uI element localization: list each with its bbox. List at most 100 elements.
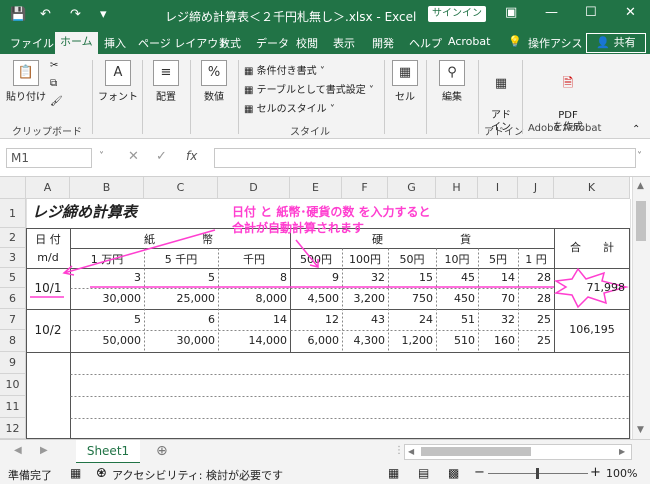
page-break-view-icon[interactable]: ▩ [448,466,459,480]
align-icon: ≡ [153,60,179,86]
ribbon: 📋 貼り付け ✂ ⧉ 🖌 クリップボード A フォント ≡ 配置 % 数値 ▦ … [0,54,650,139]
cell-styles-label: セルのスタイル [256,104,327,115]
close-icon[interactable]: ✕ [625,5,636,20]
next-sheet-icon[interactable]: ▶ [40,445,48,456]
name-box[interactable]: M1 [6,148,92,168]
zoom-slider-thumb[interactable] [536,468,539,479]
tab-file[interactable]: ファイル [10,35,54,51]
zoom-out-icon[interactable]: − [474,465,485,480]
undo-icon[interactable]: ↶ [40,7,51,22]
scrollbar-thumb[interactable] [636,201,646,241]
tab-home[interactable]: ホーム [55,32,98,54]
prev-sheet-icon[interactable]: ◀ [14,445,22,456]
acrobat-group-label: Adobe Acrobat [528,123,602,134]
number-button[interactable]: % 数値 [194,60,234,103]
conditional-format-button[interactable]: ▦ 条件付き書式 ˅ [244,62,325,77]
share-label: 共有 [613,36,636,49]
format-as-table-label: テーブルとして書式設定 [256,85,366,96]
tab-tell-me[interactable]: 操作アシス [528,35,583,51]
title-bar: 💾 ↶ ↷ ▾ レジ締め計算表＜２千円札無し＞.xlsx - Excel サイン… [0,0,650,30]
insert-function-icon[interactable]: fx [186,149,197,163]
font-a-icon: A [105,60,131,86]
accessibility-status[interactable]: アクセシビリティ: 検討が必要です [112,467,283,483]
redo-icon[interactable]: ↷ [70,7,81,22]
formula-input[interactable] [214,148,636,168]
lightbulb-icon[interactable]: 💡 [508,35,522,48]
maximize-icon[interactable]: ☐ [585,5,597,20]
format-painter-icon[interactable]: 🖌 [50,96,63,107]
scroll-up-icon[interactable]: ▲ [637,181,644,191]
annotation-line-2: 合計が自動計算されます [232,221,365,235]
table-icon: ▦ [244,85,254,96]
confirm-entry-icon[interactable]: ✓ [156,149,167,164]
conditional-format-label: 条件付き書式 [256,66,317,77]
ribbon-separator [190,60,191,134]
tab-data[interactable]: データ [256,35,289,51]
cut-icon[interactable]: ✂ [50,60,58,71]
annotation-line-1: 日付 と 紙幣･硬貨の数 を入力すると [232,205,431,219]
tab-developer[interactable]: 開発 [372,35,394,51]
signin-button[interactable]: サインイン [428,6,486,22]
save-icon[interactable]: 💾 [10,7,26,22]
window-title: レジ締め計算表＜２千円札無し＞.xlsx - Excel [165,10,417,24]
editing-button[interactable]: ⚲ 編集 [434,60,470,103]
minimize-icon[interactable]: — [545,5,558,20]
ribbon-options-icon[interactable]: ▣ [505,5,517,20]
copy-icon[interactable]: ⧉ [50,78,57,89]
scroll-down-icon[interactable]: ▼ [637,425,644,435]
ribbon-separator [92,60,93,134]
accessibility-icon[interactable]: ♼ [96,466,107,480]
ribbon-separator [478,60,479,134]
total-cell[interactable]: 71,998 [554,281,628,294]
ribbon-separator [426,60,427,134]
font-button[interactable]: A フォント [98,60,138,103]
clipboard-group-label: クリップボード [12,127,82,138]
pdf-icon: 🗎 [562,76,574,91]
format-as-table-button[interactable]: ▦ テーブルとして書式設定 ˅ [244,81,374,96]
cell-styles-button[interactable]: ▦ セルのスタイル ˅ [244,100,335,115]
customize-quick-access-icon[interactable]: ▾ [100,7,107,22]
cells-button[interactable]: ▦ セル [388,60,422,103]
sheet-tab-sheet1[interactable]: Sheet1 [76,440,140,464]
hscroll-menu-icon[interactable]: ⋮ [394,445,404,456]
normal-view-icon[interactable]: ▦ [388,466,399,480]
cells-label: セル [395,92,415,103]
share-button[interactable]: 👤 共有 [586,33,646,53]
tab-review[interactable]: 校閲 [296,35,318,51]
page-layout-view-icon[interactable]: ▤ [418,466,429,480]
alignment-button[interactable]: ≡ 配置 [146,60,186,103]
status-ready: 準備完了 [8,469,52,482]
zoom-level[interactable]: 100% [606,467,637,480]
tab-help[interactable]: ヘルプ [409,35,442,51]
sheet-tabs-bar: ◀ ▶ Sheet1 ⊕ ⋮ ◀ ▶ [0,439,650,464]
cancel-entry-icon[interactable]: ✕ [128,149,139,164]
ribbon-separator [522,60,523,134]
ribbon-separator [384,60,385,134]
add-sheet-icon[interactable]: ⊕ [156,443,168,459]
cell-style-icon: ▦ [244,104,254,115]
search-icon: ⚲ [439,60,465,86]
collapse-ribbon-icon[interactable]: ⌃ [632,124,640,135]
scroll-right-icon[interactable]: ▶ [619,447,625,456]
align-label: 配置 [156,92,176,103]
vertical-scrollbar[interactable]: ▲ ▼ [632,177,650,439]
worksheet-grid[interactable]: A B C D E F G H I J K ▲ ▼ 1 2 3 5 6 7 8 … [0,177,650,439]
hscroll-thumb[interactable] [421,447,531,456]
tab-acrobat[interactable]: Acrobat [448,35,490,48]
tab-page-layout[interactable]: ページ レイアウト [138,35,229,51]
conditional-format-icon: ▦ [244,66,254,77]
tab-view[interactable]: 表示 [333,35,355,51]
addins-icon: ▦ [494,76,508,91]
tab-formulas[interactable]: 数式 [219,35,241,51]
zoom-in-icon[interactable]: + [590,465,601,480]
namebox-dropdown-icon[interactable]: ˅ [99,151,104,162]
scroll-left-icon[interactable]: ◀ [408,447,414,456]
ribbon-tabs: ファイル ホーム 挿入 ページ レイアウト 数式 データ 校閲 表示 開発 ヘル… [0,30,650,54]
percent-icon: % [201,60,227,86]
horizontal-scrollbar[interactable]: ◀ ▶ [404,444,632,460]
paste-button[interactable]: 📋 貼り付け [6,60,46,103]
tab-insert[interactable]: 挿入 [104,35,126,51]
number-label: 数値 [204,92,224,103]
macro-record-icon[interactable]: ▦ [70,466,81,480]
expand-formula-icon[interactable]: ˅ [637,151,642,162]
